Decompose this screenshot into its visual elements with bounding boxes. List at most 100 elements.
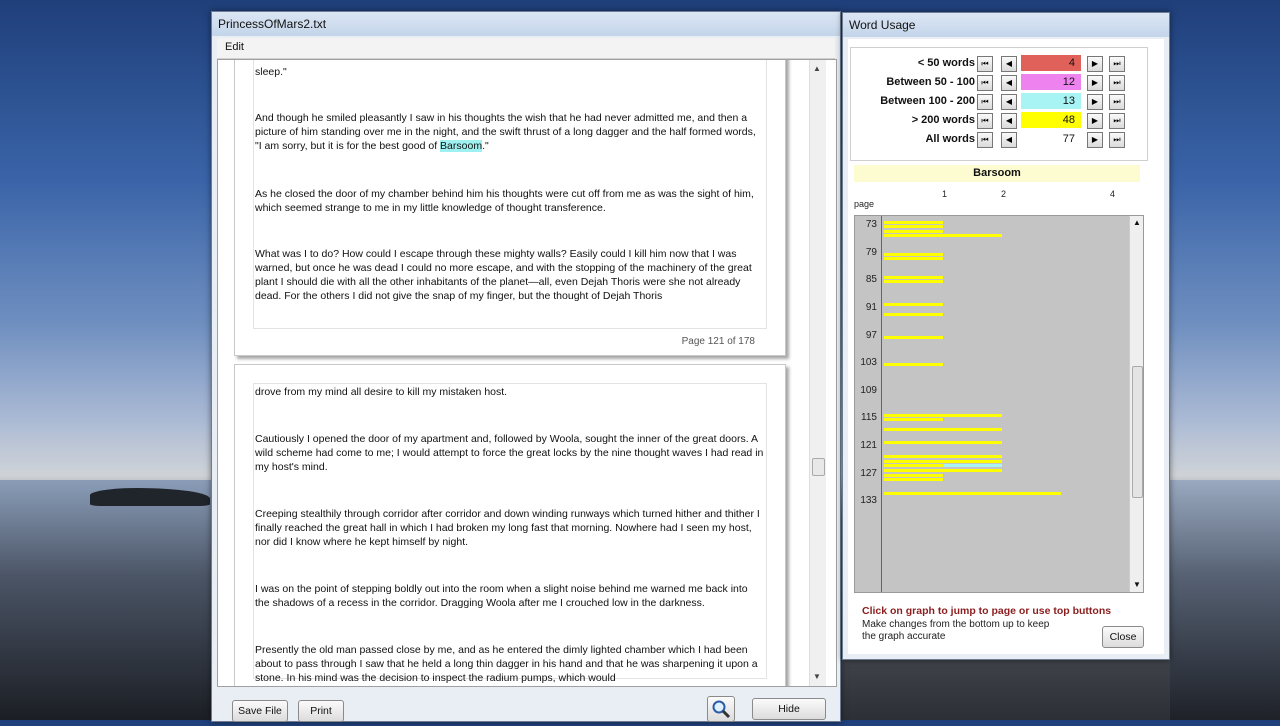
graph-bar[interactable] [884,252,943,256]
paragraph-text: And though he smiled pleasantly I saw in… [255,112,756,152]
desktop-rocks [90,488,210,506]
first-icon[interactable]: ⏮ [977,113,993,129]
graph-bar[interactable] [884,492,1061,495]
graph-bar[interactable] [884,469,1002,472]
graph-bar[interactable] [884,312,943,316]
word-usage-window: Word Usage < 50 words ⏮ ◀ ▶ ⏭ 4 Between 50 - 1… [842,12,1170,660]
graph-bar[interactable] [884,234,1002,238]
scroll-thumb[interactable] [1132,366,1143,498]
menu-bar: Edit [217,38,835,59]
first-icon[interactable]: ⏮ [977,75,993,91]
graph-bar[interactable] [884,303,943,307]
prev-icon[interactable]: ◀ [1001,56,1017,72]
selected-word-label: Barsoom [854,165,1140,182]
graph-y-label: 133 [860,495,877,507]
menu-edit[interactable]: Edit [217,38,252,56]
close-button[interactable]: Close [1102,626,1144,648]
last-icon[interactable]: ⏭ [1109,94,1125,110]
graph-bar[interactable] [884,257,943,261]
graph-y-label: 115 [861,412,877,424]
graph-header: page 1 2 4 [854,189,1154,209]
save-file-button[interactable]: Save File [232,700,288,722]
first-icon[interactable]: ⏮ [977,132,993,148]
word-usage-body: < 50 words ⏮ ◀ ▶ ⏭ 4 Between 50 - 100 ⏮ ◀ ▶ ⏭ 12 Bet… [848,39,1164,654]
scroll-up-icon[interactable]: ▲ [1133,218,1141,227]
graph-bar[interactable] [884,464,943,468]
document-view[interactable]: sleep." And though he smiled pleasantly … [217,59,837,687]
graph-bar[interactable] [884,473,943,477]
last-icon[interactable]: ⏭ [1109,132,1125,148]
print-button[interactable]: Print [298,700,344,722]
graph-note: Make changes from the bottom up to keep … [862,619,1050,642]
graph-bar[interactable] [884,455,1002,459]
paragraph: Creeping stealthily through corridor aft… [255,508,760,548]
graph-bar[interactable] [884,229,943,233]
page-number-label: Page 121 of 178 [681,336,755,347]
graph-bar[interactable] [884,335,943,339]
search-button[interactable] [707,696,735,722]
graph-y-label: 73 [865,219,877,231]
first-icon[interactable]: ⏮ [977,56,993,72]
last-icon[interactable]: ⏭ [1109,75,1125,91]
graph-bar[interactable] [884,478,943,482]
word-usage-graph[interactable]: ▲ ▼ 73 79 85 91 97 103 109 115 121 127 133 [854,215,1144,593]
row-count: 48 [1021,112,1081,128]
graph-y-label: 79 [865,246,877,258]
graph-page-label: page [854,199,875,209]
graph-y-label: 97 [865,329,877,341]
prev-icon[interactable]: ◀ [1001,132,1017,148]
graph-bar[interactable] [884,275,943,279]
text-editor-window: PrincessOfMars2.txt Edit sleep." And tho… [211,11,841,722]
paragraph: drove from my mind all desire to kill my… [255,386,508,398]
graph-bar[interactable] [884,413,1002,417]
graph-bar[interactable] [884,363,943,367]
graph-bar[interactable] [884,427,1002,431]
graph-col-label: 1 [942,189,948,199]
graph-y-label: 103 [860,357,877,369]
graph-scrollbar[interactable]: ▲ ▼ [1129,216,1143,592]
row-label: All words [925,133,975,145]
next-icon[interactable]: ▶ [1087,113,1103,129]
last-icon[interactable]: ⏭ [1109,56,1125,72]
graph-hint: Click on graph to jump to page or use to… [862,605,1112,617]
first-icon[interactable]: ⏮ [977,94,993,110]
paragraph-text-end: ." [482,140,489,152]
next-icon[interactable]: ▶ [1087,75,1103,91]
scroll-up-icon[interactable]: ▲ [813,64,821,73]
graph-bar[interactable] [884,459,1002,463]
next-icon[interactable]: ▶ [1087,94,1103,110]
paragraph: I was on the point of stepping boldly ou… [255,583,748,609]
paragraph: sleep." [255,66,287,78]
graph-bar[interactable] [884,225,943,229]
row-label: Between 100 - 200 [880,95,975,107]
graph-y-label: 85 [865,274,877,286]
graph-y-label: 91 [865,302,877,313]
graph-bar[interactable] [884,418,943,422]
window-title: PrincessOfMars2.txt [212,12,840,36]
scroll-down-icon[interactable]: ▼ [813,672,821,681]
prev-icon[interactable]: ◀ [1001,113,1017,129]
graph-bar[interactable] [884,280,943,284]
graph-axis [881,216,882,592]
row-count: 12 [1021,74,1081,90]
graph-y-label: 127 [860,467,877,479]
row-label: > 200 words [911,114,975,126]
word-count-row: < 50 words ⏮ ◀ ▶ ⏭ 4 [851,54,1147,73]
prev-icon[interactable]: ◀ [1001,94,1017,110]
paragraph: As he closed the door of my chamber behi… [255,188,754,214]
hide-button[interactable]: Hide [752,698,826,720]
scroll-thumb[interactable] [812,458,825,476]
next-icon[interactable]: ▶ [1087,56,1103,72]
highlighted-word[interactable]: Barsoom [440,140,483,152]
prev-icon[interactable]: ◀ [1001,75,1017,91]
row-label: < 50 words [917,57,975,69]
graph-bar[interactable] [884,220,943,224]
graph-bar[interactable] [884,441,1002,445]
document-page: drove from my mind all desire to kill my… [234,364,786,686]
row-count: 77 [1021,131,1081,147]
next-icon[interactable]: ▶ [1087,132,1103,148]
scroll-down-icon[interactable]: ▼ [1133,580,1141,589]
document-scrollbar[interactable]: ▲ ▼ [809,60,826,686]
last-icon[interactable]: ⏭ [1109,113,1125,129]
window-title: Word Usage [843,13,1169,37]
